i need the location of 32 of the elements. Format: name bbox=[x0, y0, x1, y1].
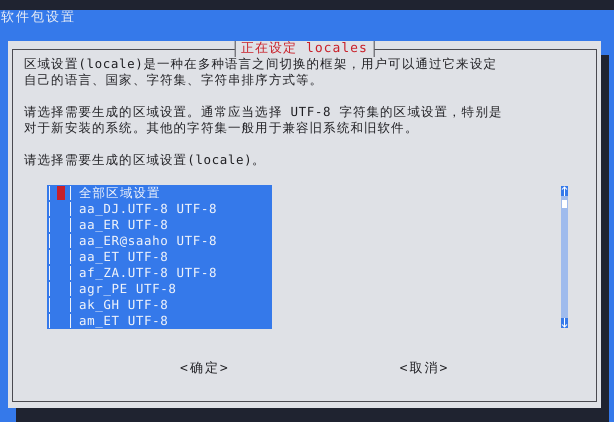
description-text: 请选择需要生成的区域设置(locale)。 bbox=[24, 152, 266, 168]
checkbox[interactable] bbox=[49, 202, 71, 216]
locale-item[interactable]: 全部区域设置 bbox=[79, 185, 161, 201]
checkbox[interactable] bbox=[49, 314, 71, 328]
dialog-button[interactable]: <取消> bbox=[400, 361, 450, 377]
description-text: 请选择需要生成的区域设置。通常应当选择 UTF-8 字符集的区域设置，特别是 bbox=[24, 104, 502, 120]
checkbox[interactable] bbox=[49, 218, 71, 232]
locale-item[interactable]: aa_ER@saaho UTF-8 bbox=[79, 233, 218, 249]
locale-item[interactable]: aa_ET UTF-8 bbox=[79, 249, 168, 265]
dialog-title: 正在设定 locales bbox=[234, 41, 375, 57]
description-text: 对于新安装的系统。其他的字符集一般用于兼容旧系统和旧软件。 bbox=[24, 120, 418, 136]
window-title: 软件包设置 bbox=[1, 10, 76, 25]
checkbox[interactable] bbox=[49, 250, 71, 264]
scrollbar[interactable] bbox=[561, 186, 568, 328]
up-arrow-icon[interactable] bbox=[561, 186, 568, 196]
locale-item[interactable]: agr_PE UTF-8 bbox=[79, 281, 177, 297]
checkbox[interactable] bbox=[49, 186, 71, 200]
locale-item[interactable]: af_ZA.UTF-8 UTF-8 bbox=[79, 265, 218, 281]
locale-item[interactable]: ak_GH UTF-8 bbox=[79, 297, 168, 313]
dialog-button[interactable]: <确定> bbox=[180, 361, 230, 377]
locale-list[interactable]: 全部区域设置 aa_DJ.UTF-8 UTF-8 aa_ER UTF-8 aa_ER@saaho UTF-8 aa_ET UTF-8 af_ZA.UTF-8 UTF-8 agr_PE UTF-8 ak_GH UTF-8 am_ET UTF-8 bbox=[47, 185, 272, 329]
checkbox[interactable] bbox=[49, 298, 71, 312]
down-arrow-icon[interactable] bbox=[561, 318, 568, 328]
locale-item[interactable]: am_ET UTF-8 bbox=[79, 313, 168, 329]
locale-item[interactable]: aa_DJ.UTF-8 UTF-8 bbox=[79, 201, 218, 217]
locale-item[interactable]: aa_ER UTF-8 bbox=[79, 217, 168, 233]
description-text: 区域设置(locale)是一种在多种语言之间切换的框架，用户可以通过它来设定 bbox=[24, 56, 498, 72]
checkbox[interactable] bbox=[49, 282, 71, 296]
checkbox[interactable] bbox=[49, 266, 71, 280]
description-text: 自己的语言、国家、字符集、字符串排序方式等。 bbox=[24, 72, 324, 88]
scroll-thumb[interactable] bbox=[562, 200, 567, 208]
checkbox[interactable] bbox=[49, 234, 71, 248]
